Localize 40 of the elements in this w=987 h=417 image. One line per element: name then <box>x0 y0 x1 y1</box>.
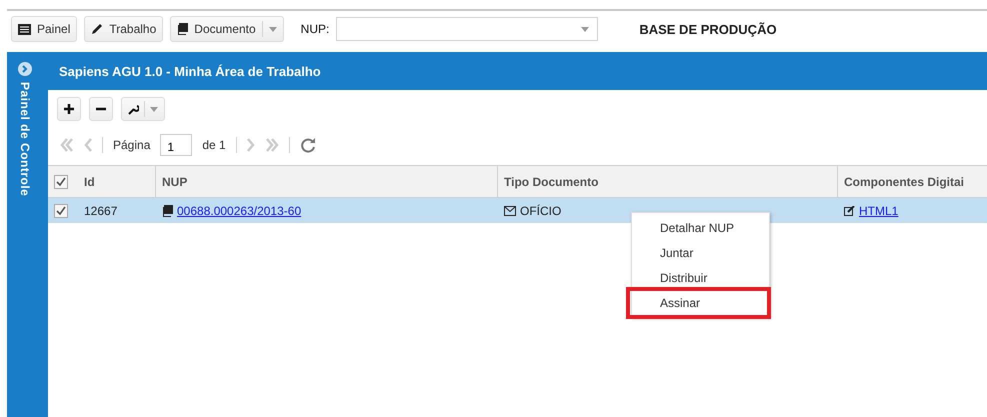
expand-icon[interactable] <box>18 62 32 76</box>
menu-item[interactable]: Assinar <box>632 290 769 315</box>
remove-button[interactable] <box>89 97 113 121</box>
page-count: de 1 <box>202 138 226 152</box>
page-input[interactable]: 1 <box>160 134 192 156</box>
column-header[interactable]: Tipo Documento <box>504 174 598 188</box>
table-row[interactable]: 12667 00688.000263/2013-60 OFÍCIO HTML1 <box>48 198 987 223</box>
add-button[interactable] <box>57 97 81 121</box>
caret-icon <box>581 26 590 32</box>
menu-item[interactable]: Distribuir <box>632 265 769 290</box>
nup-label: NUP: <box>300 22 330 36</box>
caret-icon <box>150 106 158 112</box>
plus-icon <box>64 104 74 114</box>
column-header[interactable]: NUP <box>162 174 188 188</box>
pencil-icon <box>91 23 104 35</box>
component-link[interactable]: HTML1 <box>859 204 898 218</box>
wrench-button[interactable] <box>121 97 165 121</box>
page-label: Página <box>113 138 150 152</box>
sidebar-title: Painel de Controle <box>18 82 32 196</box>
checkbox[interactable] <box>54 204 68 218</box>
panel-title: Sapiens AGU 1.0 - Minha Área de Trabalho <box>59 64 321 78</box>
envelope-icon <box>504 206 516 216</box>
base-label: BASE DE PRODUÇÃO <box>639 22 777 36</box>
checkbox[interactable] <box>54 174 68 188</box>
table-cell-text: 12667 <box>83 202 118 220</box>
toolbar-button[interactable]: Documento <box>170 16 284 42</box>
caret-icon <box>268 26 277 32</box>
list-icon <box>18 24 31 34</box>
book-icon <box>162 204 173 216</box>
edit-icon <box>844 206 855 216</box>
nup-combo-field[interactable] <box>336 17 598 41</box>
document-type: OFÍCIO <box>520 204 562 218</box>
toolbar-button[interactable]: Painel <box>11 16 78 42</box>
column-header[interactable]: Componentes Digitai <box>844 174 964 188</box>
book-icon <box>177 23 188 35</box>
nup-link[interactable]: 00688.000263/2013-60 <box>177 204 302 218</box>
column-header[interactable]: Id <box>84 174 95 188</box>
refresh-icon[interactable] <box>300 137 316 153</box>
menu-item[interactable]: Juntar <box>632 240 769 265</box>
toolbar-button[interactable]: Trabalho <box>84 16 164 42</box>
